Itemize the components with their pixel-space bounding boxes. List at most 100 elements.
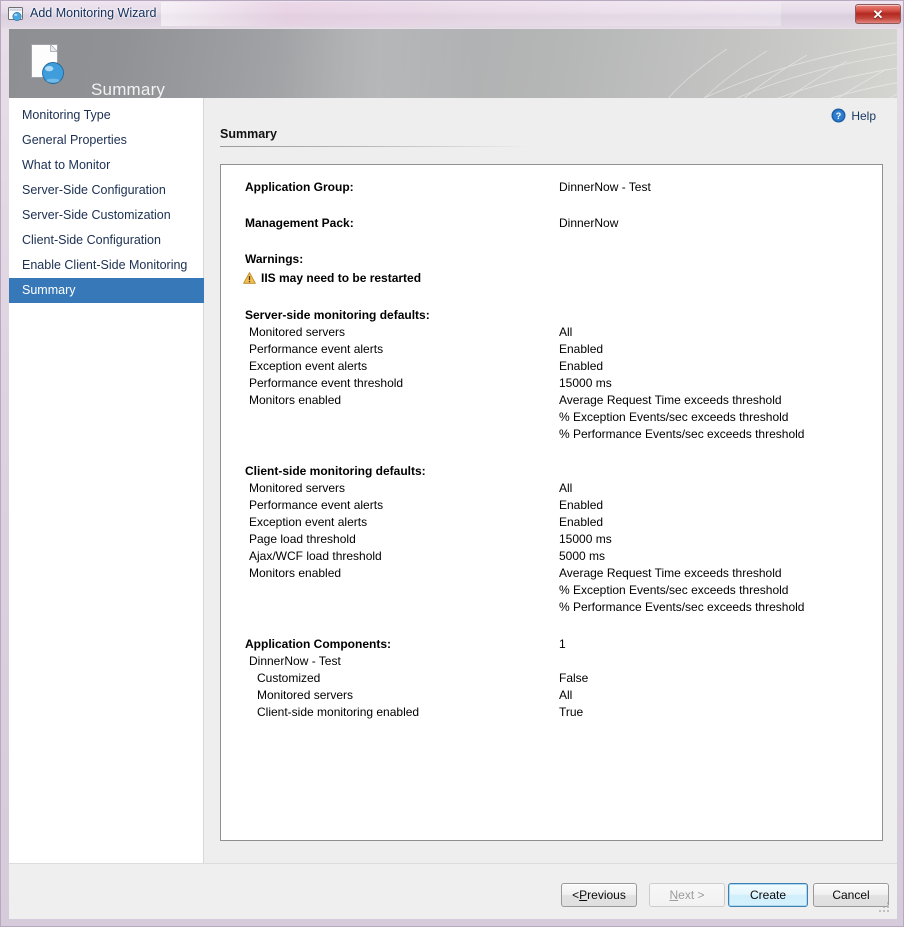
- cancel-button[interactable]: Cancel: [813, 883, 889, 907]
- create-button[interactable]: Create: [728, 883, 808, 907]
- summary-row-application-group: Application Group: DinnerNow - Test: [221, 177, 882, 197]
- row-label: Exception event alerts: [249, 514, 367, 531]
- application-components-header: Application Components: 1: [221, 636, 882, 653]
- summary-row-warning-item: IIS may need to be restarted: [221, 269, 882, 287]
- row-value: Average Request Time exceeds threshold: [559, 565, 782, 582]
- application-component-row-customized: Customized False: [221, 670, 882, 687]
- sidebar-item-client-side-configuration[interactable]: Client-Side Configuration: [9, 228, 203, 253]
- server-side-row-monitors-enabled-2: % Exception Events/sec exceeds threshold: [221, 409, 882, 426]
- close-icon: ✕: [873, 8, 884, 21]
- row-value: True: [559, 704, 583, 721]
- client-side-row-monitors-enabled: Monitors enabled Average Request Time ex…: [221, 565, 882, 582]
- client-side-row-monitored-servers: Monitored servers All: [221, 480, 882, 497]
- wizard-content-pane: ? Help Summary Application Group: Dinner…: [204, 98, 897, 863]
- wizard-banner: Summary: [9, 29, 897, 98]
- summary-row-warnings-header: Warnings:: [221, 249, 882, 269]
- next-button-rest: ext >: [678, 888, 704, 902]
- row-value: Enabled: [559, 514, 603, 531]
- row-value: 5000 ms: [559, 548, 605, 565]
- application-group-value: DinnerNow - Test: [559, 177, 651, 197]
- client-side-row-page-load-threshold: Page load threshold 15000 ms: [221, 531, 882, 548]
- create-button-label: Create: [750, 888, 786, 902]
- row-value: 15000 ms: [559, 375, 612, 392]
- row-value: Average Request Time exceeds threshold: [559, 392, 782, 409]
- help-label: Help: [851, 109, 876, 123]
- application-components-label: Application Components:: [245, 636, 391, 653]
- application-components-count: 1: [559, 636, 566, 653]
- row-value: % Exception Events/sec exceeds threshold: [559, 582, 788, 599]
- management-pack-value: DinnerNow: [559, 213, 618, 233]
- close-button[interactable]: ✕: [855, 4, 901, 24]
- wizard-window-icon: [8, 7, 24, 22]
- server-side-row-monitors-enabled-3: % Performance Events/sec exceeds thresho…: [221, 426, 882, 443]
- client-side-row-ajax-wcf-load-threshold: Ajax/WCF load threshold 5000 ms: [221, 548, 882, 565]
- previous-button-prefix: <: [572, 888, 579, 902]
- warnings-label: Warnings:: [245, 249, 303, 269]
- row-label: Performance event threshold: [249, 375, 403, 392]
- previous-button[interactable]: < Previous: [561, 883, 637, 907]
- sidebar-item-monitoring-type[interactable]: Monitoring Type: [9, 103, 203, 128]
- sidebar-item-enable-client-side-monitoring[interactable]: Enable Client-Side Monitoring: [9, 253, 203, 278]
- row-value: False: [559, 670, 588, 687]
- row-value: All: [559, 687, 572, 704]
- row-value: Enabled: [559, 497, 603, 514]
- sidebar-item-what-to-monitor[interactable]: What to Monitor: [9, 153, 203, 178]
- row-label: Monitored servers: [249, 324, 345, 341]
- application-component-name: DinnerNow - Test: [249, 653, 341, 670]
- client-side-row-monitors-enabled-3: % Performance Events/sec exceeds thresho…: [221, 599, 882, 616]
- row-value: Enabled: [559, 358, 603, 375]
- document-sphere-icon: [29, 42, 73, 86]
- row-value: % Performance Events/sec exceeds thresho…: [559, 599, 804, 616]
- window-title: Add Monitoring Wizard: [30, 6, 156, 20]
- title-bar-glass: [161, 2, 781, 26]
- wizard-step-sidebar: Monitoring Type General Properties What …: [9, 98, 204, 863]
- client-side-row-exception-event-alerts: Exception event alerts Enabled: [221, 514, 882, 531]
- resize-grip-icon[interactable]: [879, 902, 891, 914]
- application-component-row-client-side-monitoring-enabled: Client-side monitoring enabled True: [221, 704, 882, 721]
- row-label: Performance event alerts: [249, 341, 383, 358]
- wizard-footer: < Previous Next > Create Cancel: [9, 863, 897, 919]
- row-label: Monitored servers: [249, 480, 345, 497]
- application-group-label: Application Group:: [245, 177, 354, 197]
- server-side-row-monitors-enabled: Monitors enabled Average Request Time ex…: [221, 392, 882, 409]
- client-side-defaults-header: Client-side monitoring defaults:: [221, 463, 882, 480]
- warning-item-text: IIS may need to be restarted: [261, 269, 421, 287]
- row-label: Ajax/WCF load threshold: [249, 548, 382, 565]
- management-pack-label: Management Pack:: [245, 213, 354, 233]
- page-title: Summary: [220, 127, 277, 141]
- next-button-accel: N: [669, 888, 678, 902]
- client-side-defaults-label: Client-side monitoring defaults:: [245, 463, 426, 480]
- application-component-name-row: DinnerNow - Test: [221, 653, 882, 670]
- server-side-defaults-label: Server-side monitoring defaults:: [245, 307, 430, 324]
- sidebar-item-general-properties[interactable]: General Properties: [9, 128, 203, 153]
- sidebar-item-server-side-configuration[interactable]: Server-Side Configuration: [9, 178, 203, 203]
- server-side-row-exception-event-alerts: Exception event alerts Enabled: [221, 358, 882, 375]
- banner-title: Summary: [91, 80, 165, 98]
- server-side-defaults-header: Server-side monitoring defaults:: [221, 307, 882, 324]
- row-label: Page load threshold: [249, 531, 356, 548]
- row-label: Performance event alerts: [249, 497, 383, 514]
- row-label: Monitors enabled: [249, 392, 341, 409]
- wizard-window: Add Monitoring Wizard ✕: [0, 0, 904, 927]
- row-label: Monitored servers: [257, 687, 353, 704]
- client-side-row-monitors-enabled-2: % Exception Events/sec exceeds threshold: [221, 582, 882, 599]
- previous-button-rest: revious: [587, 888, 626, 902]
- server-side-row-monitored-servers: Monitored servers All: [221, 324, 882, 341]
- row-value: % Performance Events/sec exceeds thresho…: [559, 426, 804, 443]
- row-value: All: [559, 324, 572, 341]
- help-link[interactable]: ? Help: [831, 108, 876, 123]
- row-label: Exception event alerts: [249, 358, 367, 375]
- cancel-button-label: Cancel: [832, 888, 869, 902]
- row-label: Monitors enabled: [249, 565, 341, 582]
- summary-rows: Application Group: DinnerNow - Test Mana…: [221, 165, 882, 721]
- row-value: % Exception Events/sec exceeds threshold: [559, 409, 788, 426]
- banner-highlight: [279, 29, 479, 98]
- svg-text:?: ?: [836, 111, 842, 121]
- row-value: 15000 ms: [559, 531, 612, 548]
- banner-mesh-graphic: [607, 29, 897, 98]
- sidebar-item-summary[interactable]: Summary: [9, 278, 211, 303]
- application-component-row-monitored-servers: Monitored servers All: [221, 687, 882, 704]
- server-side-row-performance-event-threshold: Performance event threshold 15000 ms: [221, 375, 882, 392]
- row-label: Customized: [257, 670, 320, 687]
- sidebar-item-server-side-customization[interactable]: Server-Side Customization: [9, 203, 203, 228]
